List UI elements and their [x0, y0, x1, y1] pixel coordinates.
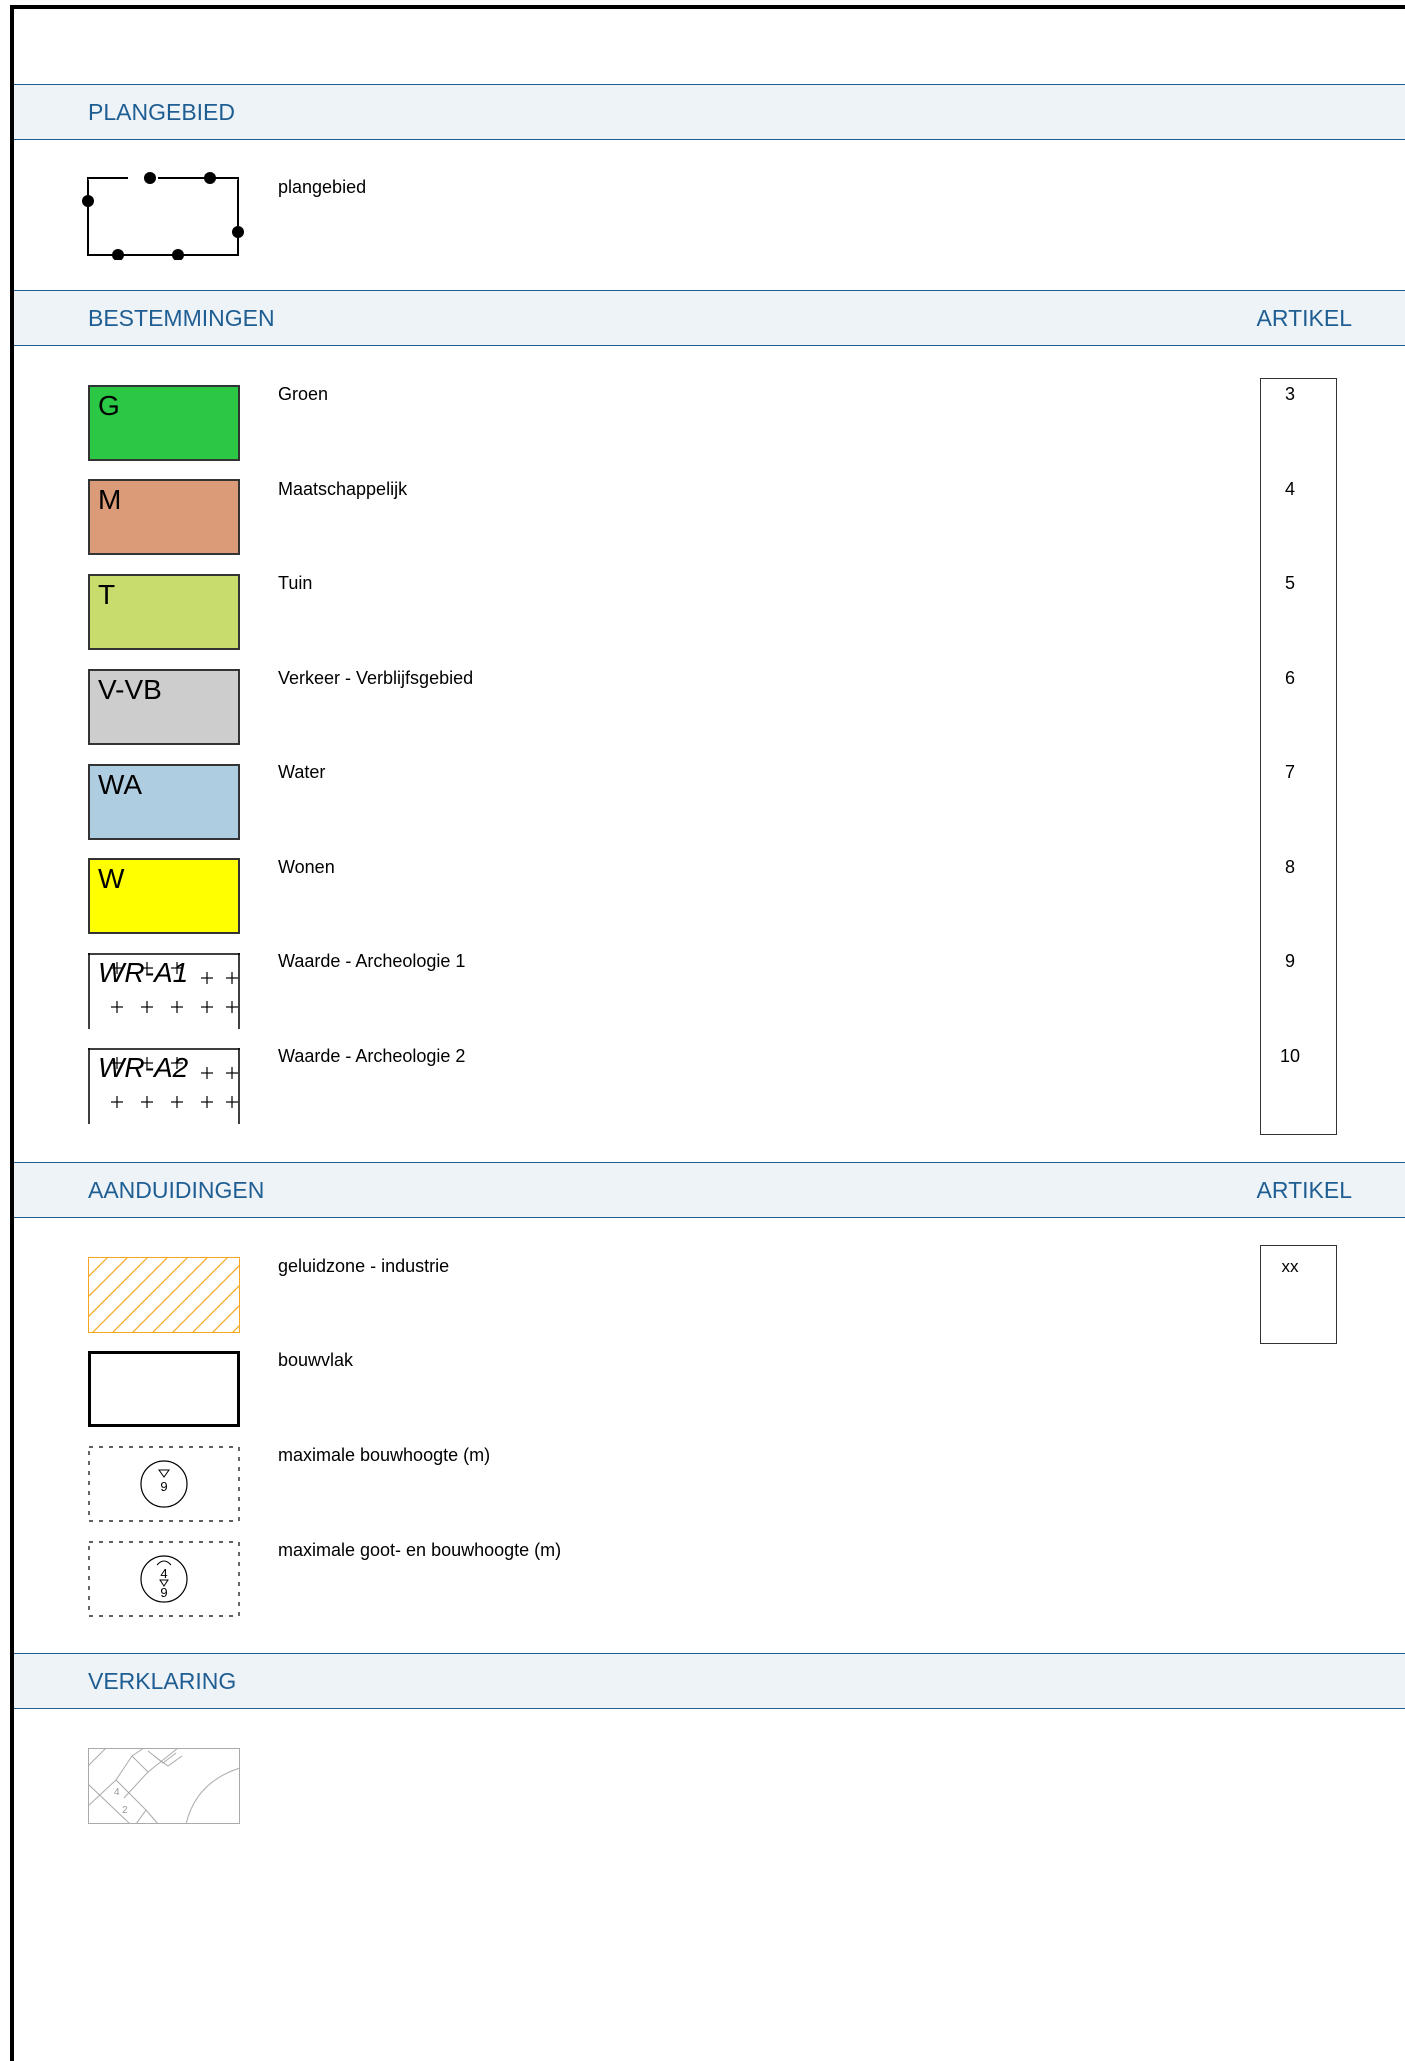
- bestemming-swatch: WA: [88, 764, 240, 840]
- bestemming-code: W: [98, 863, 125, 894]
- section-title: PLANGEBIED: [88, 99, 235, 125]
- cadastral-map-icon: 4 2: [88, 1748, 240, 1824]
- section-title: AANDUIDINGEN: [88, 1177, 265, 1203]
- bestemming-swatch: T: [88, 574, 240, 650]
- artikel-header: ARTIKEL: [1256, 1177, 1352, 1203]
- aanduiding-label: geluidzone - industrie: [278, 1256, 450, 1276]
- artikel-number: 9: [1284, 951, 1295, 971]
- diagonal-hatch-icon: [88, 1257, 240, 1333]
- artikel-number: 3: [1284, 384, 1295, 404]
- section-title: VERKLARING: [88, 1668, 237, 1694]
- artikel-number: 7: [1284, 762, 1295, 782]
- bestemming-swatch: V-VB: [88, 669, 240, 745]
- bouwhoogte-value: 9: [160, 1585, 167, 1600]
- height-value: 9: [160, 1479, 167, 1494]
- section-title: BESTEMMINGEN: [88, 305, 275, 331]
- bestemming-label: Groen: [278, 384, 329, 404]
- archeologie-swatch: WR-A2: [88, 1048, 240, 1124]
- bestemming-label: Tuin: [278, 573, 313, 593]
- section-header-verklaring: VERKLARING: [14, 1653, 1405, 1709]
- height-circle-icon: 9: [88, 1446, 240, 1522]
- plangebied-boundary-icon: [82, 172, 244, 260]
- bestemming-label: Verkeer - Verblijfsgebied: [278, 668, 474, 688]
- aanduiding-label: maximale goot- en bouwhoogte (m): [278, 1540, 562, 1560]
- artikel-number: xx: [1281, 1257, 1299, 1276]
- artikel-number: 5: [1284, 573, 1295, 593]
- artikel-number: 8: [1284, 857, 1295, 877]
- bestemming-swatch: W: [88, 858, 240, 934]
- bestemming-label: Wonen: [278, 857, 335, 877]
- frame-top-border: [10, 5, 1405, 9]
- bestemming-code: T: [98, 579, 116, 610]
- bestemming-swatch: G: [88, 385, 240, 461]
- parcel-number: 4: [114, 1787, 120, 1798]
- artikel-number: 4: [1284, 479, 1295, 499]
- bestemming-code: WR-A2: [98, 1052, 189, 1083]
- goothoogte-value: 4: [160, 1566, 167, 1581]
- bestemming-label: Waarde - Archeologie 1: [278, 951, 466, 971]
- bestemming-code: WA: [98, 769, 143, 800]
- section-header-aanduidingen: AANDUIDINGEN ARTIKEL: [14, 1162, 1405, 1218]
- legend-page: PLANGEBIED plangebied BESTEMMINGEN ARTIK…: [0, 0, 1405, 2061]
- bestemming-label: Water: [278, 762, 326, 782]
- bestemming-code: WR-A1: [98, 957, 189, 988]
- plangebied-label: plangebied: [278, 177, 367, 197]
- archeologie-swatch: WR-A1: [88, 953, 240, 1029]
- parcel-number: 2: [122, 1805, 128, 1816]
- aanduiding-label: maximale bouwhoogte (m): [278, 1445, 491, 1465]
- bestemming-code: G: [98, 390, 120, 421]
- bestemming-code: V-VB: [98, 674, 162, 705]
- double-height-circle-icon: 4 9: [88, 1541, 240, 1617]
- section-header-bestemmingen: BESTEMMINGEN ARTIKEL: [14, 290, 1405, 346]
- bestemming-label: Waarde - Archeologie 2: [278, 1046, 466, 1066]
- section-header-plangebied: PLANGEBIED: [14, 84, 1405, 140]
- artikel-number: 10: [1279, 1046, 1301, 1066]
- thick-rectangle-icon: [88, 1351, 240, 1427]
- artikel-header: ARTIKEL: [1256, 305, 1352, 331]
- bestemming-code: M: [98, 484, 122, 515]
- bestemming-label: Maatschappelijk: [278, 479, 408, 499]
- artikel-number: 6: [1284, 668, 1295, 688]
- bestemming-swatch: M: [88, 479, 240, 555]
- aanduiding-label: bouwvlak: [278, 1350, 354, 1370]
